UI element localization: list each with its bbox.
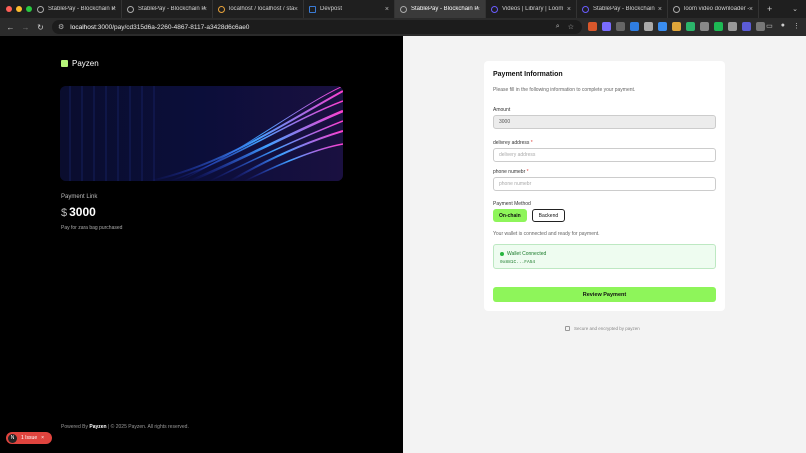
close-tab-icon[interactable]: ×: [658, 6, 662, 13]
puzzle-icon[interactable]: [756, 22, 765, 31]
brand-logo: Payzen: [61, 59, 99, 68]
footer: Powered By Payzen | © 2025 Payzen. All r…: [61, 424, 189, 430]
close-tab-icon[interactable]: ×: [112, 6, 116, 13]
extension-icon[interactable]: [616, 22, 625, 31]
form-title: Payment Information: [493, 71, 563, 78]
browser-tab-active[interactable]: StablePay - Blockchain P ×: [395, 0, 486, 18]
globe-icon: [582, 5, 589, 13]
globe-icon: [127, 5, 134, 13]
payment-method-toggle: On-chain Backend: [493, 209, 566, 222]
phone-label: phone numebr *: [493, 169, 529, 175]
browser-tab[interactable]: StablePay - Blockchain P ×: [122, 0, 213, 18]
delivery-address-input[interactable]: [493, 148, 716, 162]
browser-tab-bar: StablePay - Blockchain P × StablePay - Bl…: [0, 0, 806, 18]
dev-issues-badge[interactable]: N 1 Issue ×: [6, 432, 52, 444]
extension-icon[interactable]: [602, 22, 611, 31]
close-tab-icon[interactable]: ×: [385, 6, 389, 13]
currency-symbol: $: [61, 207, 68, 219]
browser-tab[interactable]: StablePay - Blockchain ×: [577, 0, 668, 18]
extension-icon[interactable]: [742, 22, 751, 31]
browser-tab[interactable]: localhost / localhost / sta ×: [213, 0, 304, 18]
address-bar[interactable]: ⚙ localhost:3000/pay/cd315d6a-2260-4867-…: [52, 20, 582, 34]
wallet-status-text: Wallet Connected: [507, 251, 547, 257]
globe-icon: [37, 5, 44, 13]
extension-icon[interactable]: [658, 22, 667, 31]
payment-method-label: Payment Method: [493, 201, 531, 207]
payzen-logo-icon: [61, 60, 68, 67]
browser-tab[interactable]: Devpost ×: [304, 0, 395, 18]
connected-dot-icon: [500, 252, 504, 256]
cast-icon[interactable]: ▭: [766, 22, 773, 30]
review-payment-button[interactable]: Review Payment: [493, 287, 716, 302]
payment-description: Pay for zara bag purchased: [61, 225, 123, 231]
close-tab-icon[interactable]: ×: [749, 6, 753, 13]
close-icon[interactable]: ×: [41, 435, 44, 441]
extension-icon[interactable]: [728, 22, 737, 31]
loom-icon: [491, 5, 498, 13]
extensions-area: [588, 22, 765, 31]
phone-number-input[interactable]: [493, 177, 716, 191]
abstract-light-streaks-image: [60, 86, 343, 181]
url-text[interactable]: localhost:3000/pay/cd315d6a-2260-4867-81…: [70, 24, 249, 31]
payment-link-label: Payment Link: [61, 194, 98, 200]
issue-count-label: 1 Issue: [21, 435, 38, 441]
close-window-button[interactable]: [6, 6, 12, 12]
hero-image: [60, 86, 343, 181]
menu-dots-icon[interactable]: ⋮: [793, 22, 800, 30]
payment-form-card: Payment Information Please fill in the f…: [484, 61, 725, 311]
extension-icon[interactable]: [630, 22, 639, 31]
extension-icon[interactable]: [644, 22, 653, 31]
form-subtitle: Please fill in the following information…: [493, 87, 636, 93]
payment-form-panel: Payment Information Please fill in the f…: [403, 36, 806, 453]
window-controls: [0, 6, 32, 12]
close-tab-icon[interactable]: ×: [567, 6, 571, 13]
amount-value: 3000: [69, 205, 96, 219]
close-tab-icon[interactable]: ×: [294, 6, 298, 13]
address-label: delivrey address *: [493, 140, 533, 146]
devpost-icon: [309, 5, 316, 13]
reload-button[interactable]: ↻: [33, 23, 48, 32]
back-button[interactable]: ←: [3, 23, 18, 32]
forward-button[interactable]: →: [18, 23, 33, 32]
lock-icon: [565, 326, 570, 331]
extension-icon[interactable]: [588, 22, 597, 31]
extension-icon[interactable]: [686, 22, 695, 31]
amount-input[interactable]: [493, 115, 716, 129]
minimize-window-button[interactable]: [16, 6, 22, 12]
amount-label: Amount: [493, 107, 511, 113]
search-icon[interactable]: ⌕: [556, 23, 560, 31]
backend-method-button[interactable]: Backend: [531, 209, 566, 222]
next-logo-icon: N: [8, 433, 17, 443]
database-icon: [218, 5, 225, 13]
new-tab-button[interactable]: +: [759, 4, 772, 14]
wallet-address: 0x881C...FA54: [500, 260, 536, 265]
close-tab-icon[interactable]: ×: [203, 6, 207, 13]
browser-tab[interactable]: Videos | Library | Loom ×: [486, 0, 577, 18]
extension-icon[interactable]: [714, 22, 723, 31]
close-tab-icon[interactable]: ×: [476, 6, 480, 13]
payment-amount: $ 3000: [61, 205, 96, 219]
secure-note: Secure and encrypted by payzen: [565, 326, 640, 331]
onchain-method-button[interactable]: On-chain: [493, 209, 527, 222]
payment-summary-panel: Payzen Payment Link $ 3000 Pay for zara …: [0, 36, 403, 453]
toolbar-right: ▭ ● ⋮: [766, 22, 800, 30]
extension-icon[interactable]: [700, 22, 709, 31]
site-info-icon[interactable]: ⚙: [58, 23, 64, 31]
globe-icon: [400, 5, 407, 13]
extension-icon[interactable]: [672, 22, 681, 31]
wallet-ready-note: Your wallet is connected and ready for p…: [493, 231, 600, 237]
bookmark-star-icon[interactable]: ☆: [568, 23, 574, 31]
browser-tab[interactable]: loom video downloader - ×: [668, 0, 759, 18]
browser-tab[interactable]: StablePay - Blockchain P ×: [32, 0, 122, 18]
wallet-status-box: Wallet Connected 0x881C...FA54: [493, 244, 716, 269]
profile-icon[interactable]: ●: [781, 22, 785, 30]
tab-search-chevron-icon[interactable]: ⌄: [792, 5, 798, 13]
globe-icon: [673, 5, 680, 13]
